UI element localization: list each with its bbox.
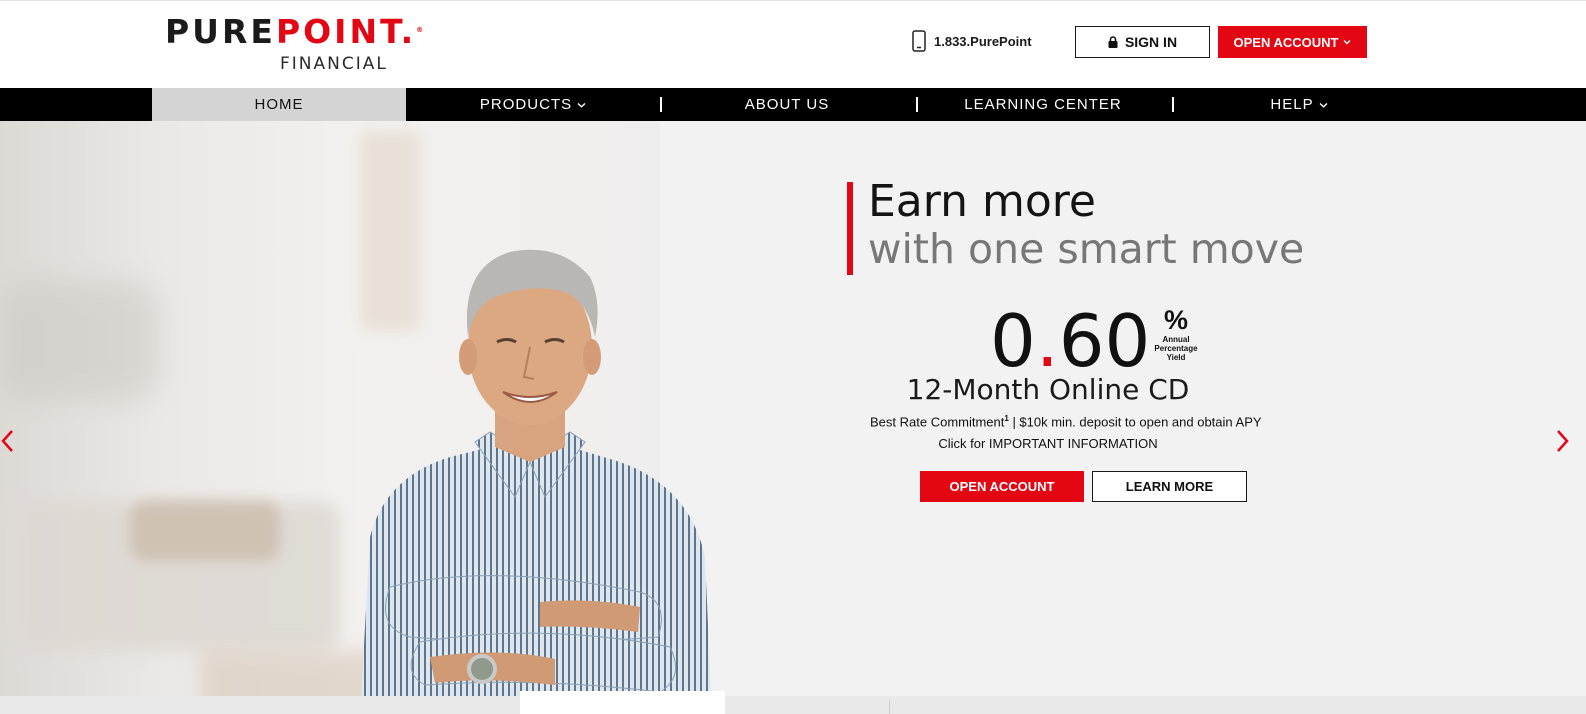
- hero-photo: [0, 121, 712, 714]
- nav-item-about-us[interactable]: ABOUT US: [660, 88, 914, 121]
- sign-in-button[interactable]: SIGN IN: [1075, 26, 1210, 58]
- nav-item-label: PRODUCTS: [479, 96, 573, 113]
- phone-icon: [912, 30, 926, 52]
- chevron-down-icon: [577, 102, 586, 108]
- chevron-left-icon: [1, 430, 13, 452]
- sign-in-label: SIGN IN: [1124, 34, 1178, 50]
- headline-accent-bar: [847, 182, 853, 275]
- apy-label-percentage: Percentage: [1154, 344, 1198, 353]
- smiling-man-illustration: [360, 249, 712, 714]
- carousel-indicator-divider: [889, 700, 890, 714]
- lock-icon: [1108, 36, 1118, 48]
- chevron-down-icon: [1343, 40, 1351, 45]
- logo-subtitle: FINANCIAL: [280, 54, 388, 74]
- site-header: PUREPOINT.® FINANCIAL 1.833.PurePoint SI…: [0, 0, 1586, 88]
- rate-disclaimer: Best Rate Commitment1 | $10k min. deposi…: [870, 414, 1262, 430]
- background-cushion: [130, 501, 280, 561]
- hero-subheadline: with one smart move: [868, 225, 1305, 273]
- open-account-header-button[interactable]: OPEN ACCOUNT: [1218, 26, 1367, 58]
- nav-item-learning-center[interactable]: LEARNING CENTER: [916, 88, 1170, 121]
- learn-more-button[interactable]: LEARN MORE: [1092, 471, 1247, 502]
- nav-item-label: ABOUT US: [744, 96, 830, 113]
- purepoint-logo[interactable]: PUREPOINT.® FINANCIAL: [165, 15, 425, 75]
- background-plant: [0, 281, 160, 401]
- open-account-header-label: OPEN ACCOUNT: [1233, 34, 1339, 50]
- nav-item-label: LEARNING CENTER: [964, 96, 1122, 113]
- chevron-right-icon: [1557, 430, 1569, 452]
- apy-unit: % Annual Percentage Yield: [1150, 305, 1202, 363]
- carousel-indicator-active[interactable]: [520, 691, 725, 714]
- logo-wordmark: PUREPOINT.®: [165, 15, 425, 49]
- product-name: 12-Month Online CD: [906, 373, 1190, 406]
- disclaimer-deposit: | $10k min. deposit to open and obtain A…: [1008, 414, 1262, 430]
- important-information-link[interactable]: Click for IMPORTANT INFORMATION: [870, 436, 1226, 451]
- apy-rate-decimal-point: .: [1035, 299, 1059, 383]
- carousel-indicator-strip: [0, 696, 1586, 714]
- apy-label-annual: Annual: [1162, 335, 1190, 344]
- hero-headline: Earn more: [868, 176, 1096, 227]
- nav-item-home[interactable]: HOME: [152, 88, 406, 121]
- nav-item-products[interactable]: PRODUCTS: [406, 88, 660, 121]
- hero-carousel: Earn more with one smart move 0.60 % Ann…: [0, 121, 1586, 714]
- phone-number-link[interactable]: 1.833.PurePoint: [912, 30, 1032, 52]
- nav-item-label: HOME: [254, 96, 304, 113]
- disclaimer-commitment: Best Rate Commitment: [870, 414, 1005, 430]
- logo-word-dark: PURE: [165, 12, 276, 51]
- apy-rate-integer: 0: [990, 299, 1036, 383]
- percent-sign: %: [1163, 305, 1188, 335]
- apy-label-yield: Yield: [1166, 353, 1186, 362]
- open-account-hero-button[interactable]: OPEN ACCOUNT: [920, 471, 1084, 502]
- nav-item-label: HELP: [1270, 96, 1314, 113]
- carousel-previous-button[interactable]: [0, 421, 24, 461]
- carousel-next-button[interactable]: [1556, 421, 1580, 461]
- nav-item-help[interactable]: HELP: [1172, 88, 1426, 121]
- logo-registered-mark: ®: [416, 26, 427, 34]
- main-nav: HOME PRODUCTS ABOUT US LEARNING CENTER H…: [0, 88, 1586, 121]
- phone-number-text: 1.833.PurePoint: [934, 33, 1032, 49]
- chevron-down-icon: [1319, 102, 1328, 108]
- logo-word-red: POINT: [275, 12, 401, 51]
- apy-rate: 0.60: [990, 301, 1150, 381]
- apy-rate-decimals: 60: [1058, 299, 1151, 383]
- logo-dot: .: [400, 12, 417, 51]
